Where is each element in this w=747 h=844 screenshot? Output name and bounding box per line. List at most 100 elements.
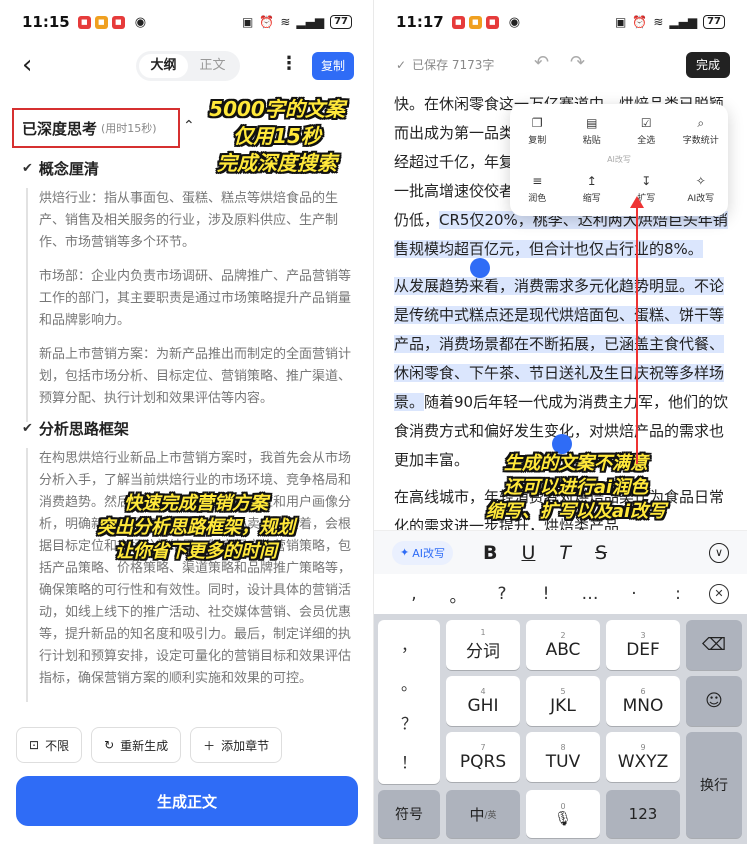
more-icon[interactable]: ⋮ [280,54,298,74]
selected-text: 从发展趋势来看，消费需求多元化趋势明显。不论是传统中式糕点还是现代烘焙面包、蛋糕… [394,277,725,411]
deep-think-box[interactable]: 已深度思考 (用时15秒) [12,108,180,148]
punctuation-column[interactable]: ， 。 ？ ！ [378,620,440,784]
status-bar: 11:17 ■ ■ ■ ◉ ▣ ⏰ ≋ ▂▄▆ 77 [374,0,747,44]
header: ‹ 大纲 正文 ⋮ 复制 [0,44,374,88]
menu-shorten[interactable]: ↥ 缩写 [565,174,620,204]
mic-icon: 🎙 [554,810,572,827]
regenerate-button[interactable]: ↻ 重新生成 [91,727,182,763]
menu-select-all[interactable]: ☑ 全选 [619,116,674,146]
underline-button[interactable]: U [521,542,535,564]
punct-key[interactable]: : [656,584,700,604]
word-count-icon: ⌕ [697,116,705,130]
close-icon[interactable]: ✕ [709,584,729,604]
select-all-icon: ☑ [640,116,652,130]
editor-header: ✓ 已保存 7173字 ↶ ↷ 完成 [374,44,747,86]
keyboard: ， 。 ？ ！ 1 分词 2 ABC 3 DEF ⌫ 4 GHI 5 JKL 6 MNO ☺… [374,614,747,844]
italic-button[interactable]: T [559,542,571,564]
left-screen: 11:15 ■ ■ ■ ◉ ▣ ⏰ ≋ ▂▄▆ 77 ‹ 大纲 正文 ⋮ 复制 … [0,0,374,844]
expand-icon: ↧ [641,174,652,188]
menu-paste[interactable]: ▤ 粘贴 [565,116,620,146]
menu-polish[interactable]: ≡ 润色 [510,174,565,204]
undo-icon[interactable]: ↶ [534,52,549,73]
chevron-down-icon[interactable]: ∨ [709,542,729,563]
eye-icon: ◉ [134,14,147,30]
space-key[interactable]: 0 🎙 [526,790,600,838]
status-time: 11:15 [22,13,70,31]
paste-icon: ▤ [586,116,598,130]
tab-body[interactable]: 正文 [188,54,237,78]
key-2[interactable]: 2 ABC [526,620,600,670]
app-notification-icon: ■ [94,15,108,29]
save-status: ✓ 已保存 7173字 [396,57,495,73]
document-icon: ⊡ [29,738,40,752]
symbols-key[interactable]: 符号 [378,790,440,838]
refresh-icon: ↻ [104,738,115,752]
menu-ai-rewrite[interactable]: ✧ AI改写 [674,174,729,204]
menu-expand[interactable]: ↧ 扩写 [619,174,674,204]
punct-key[interactable]: 。 [436,582,480,607]
plus-icon: ＋ [203,738,216,753]
annotation-mid: 快速完成营销方案 突出分析思路框架，规划 让你省下更多的时间 [97,493,295,562]
deep-think-title: 已深度思考 [22,119,98,138]
key-1[interactable]: 1 分词 [446,620,520,670]
punct-key[interactable]: ? [480,584,524,604]
backspace-icon: ⌫ [701,635,727,655]
tab-outline[interactable]: 大纲 [139,54,188,78]
backspace-key[interactable]: ⌫ [686,620,742,670]
paragraph: 新品上市营销方案：为新产品推出而制定的全面营销计划，包括市场分析、目标定位、营销… [39,347,352,406]
check-icon: ✔ [22,161,33,176]
section-title: ✔ 概念厘清 [22,160,99,178]
redo-icon[interactable]: ↷ [570,52,585,73]
menu-word-count[interactable]: ⌕ 字数统计 [674,116,729,146]
app-notification-icon: ■ [451,15,465,29]
numbers-key[interactable]: 123 [606,790,680,838]
section-title: ✔ 分析思路框架 [22,420,129,438]
red-arrow [636,204,638,464]
ai-rewrite-label: AI改写 [607,155,631,164]
paragraph: 市场部：企业内负责市场调研、品牌推广、产品营销等工作的部门，其主要职责是通过市场… [39,269,352,328]
key-3[interactable]: 3 DEF [606,620,680,670]
paragraph: 在构思烘焙行业新品上市营销方案时，我首先会从市场分析入手，了解当前烘焙行业的市场… [39,451,352,686]
emoji-key[interactable]: ☺ [686,676,742,726]
punctuation-bar: , 。 ? ! … · : ✕ [374,576,747,612]
battery-icon: 77 [330,15,352,29]
menu-copy[interactable]: ❐ 复制 [510,116,565,146]
key-6[interactable]: 6 MNO [606,676,680,726]
punct-key[interactable]: … [568,584,612,604]
context-menu: ❐ 复制 ▤ 粘贴 ☑ 全选 ⌕ 字数统计 AI改写 ≡ 润色 ↥ 缩写 ↧ 扩写 ✧ AI改写 [510,104,728,216]
status-bar: 11:15 ■ ■ ■ ◉ ▣ ⏰ ≋ ▂▄▆ 77 [0,0,374,44]
done-button[interactable]: 完成 [686,52,730,78]
strikethrough-button[interactable]: S [595,542,607,564]
selected-text: CR5仅20%，桃李、达利两大烘焙巨头年销售规模均超百亿元，但合计也仅占行业的8… [394,211,728,258]
selection-handle-start[interactable] [470,258,490,278]
wifi-icon: ≋ [280,15,291,29]
add-chapter-button[interactable]: ＋ 添加章节 [190,727,283,763]
unlimited-button[interactable]: ⊡ 不限 [16,727,83,763]
copy-button[interactable]: 复制 [312,52,354,80]
polish-icon: ≡ [532,174,543,188]
app-notification-icon: ■ [111,15,125,29]
view-toggle: 大纲 正文 [136,51,240,81]
annotation-top: 5000字的文案 仅用15秒 完成深度搜索 [209,97,345,175]
key-7[interactable]: 7 PQRS [446,732,520,782]
back-icon[interactable]: ‹ [22,52,32,78]
enter-key[interactable]: 换行 [686,732,742,838]
annotation-right: 生成的文案不满意 还可以进行ai润色 缩写、扩写以及ai改写 [485,453,667,522]
ai-rewrite-button[interactable]: ✦ AI改写 [392,540,453,565]
alarm-icon: ⏰ [632,15,648,29]
key-9[interactable]: 9 WXYZ [606,732,680,782]
selection-handle-end[interactable] [552,434,572,454]
generate-body-button[interactable]: 生成正文 [16,776,358,826]
signal-icon: ▂▄▆ [669,15,698,29]
key-8[interactable]: 8 TUV [526,732,600,782]
paragraph: 烘焙行业：指从事面包、蛋糕、糕点等烘焙食品的生产、销售及相关服务的行业，涉及原料… [39,191,339,250]
punct-key[interactable]: ! [524,584,568,604]
punct-key[interactable]: , [392,584,436,604]
key-4[interactable]: 4 GHI [446,676,520,726]
language-key[interactable]: 中/英 [446,790,520,838]
eye-icon: ◉ [508,14,521,30]
bold-button[interactable]: B [483,542,497,564]
punct-key[interactable]: · [612,584,656,604]
key-5[interactable]: 5 JKL [526,676,600,726]
deep-think-time: (用时15秒) [101,122,157,135]
